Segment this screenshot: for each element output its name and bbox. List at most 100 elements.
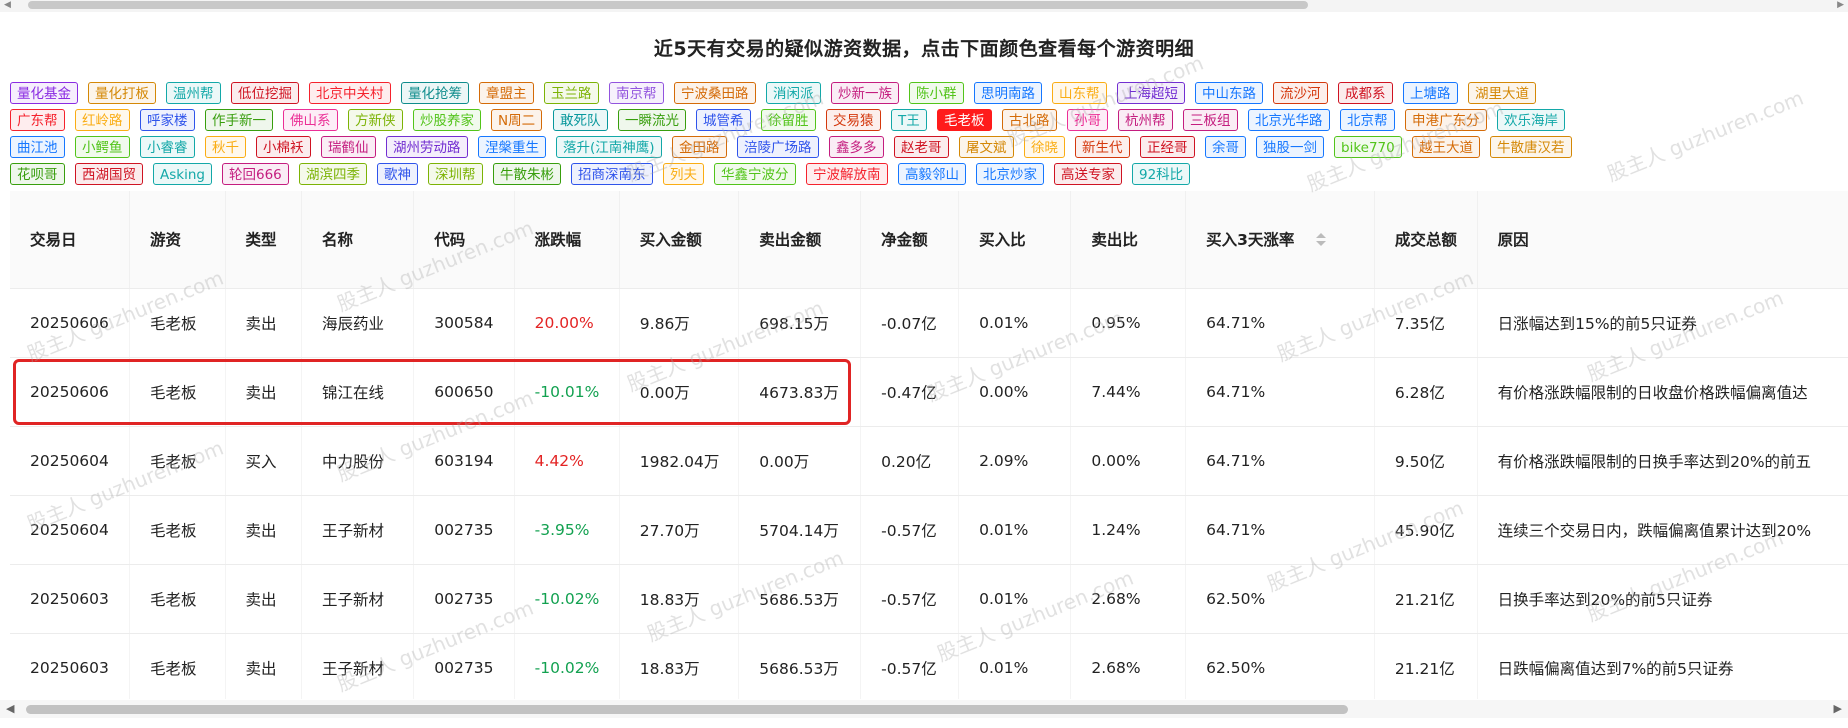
trader-tag[interactable]: 温州帮 [166, 82, 221, 104]
trader-tag[interactable]: 高毅邻山 [898, 163, 966, 185]
trader-tag[interactable]: 红岭路 [75, 109, 130, 131]
trader-tag[interactable]: 欢乐海岸 [1497, 109, 1565, 131]
trader-tag[interactable]: 独股一剑 [1256, 136, 1324, 158]
trader-tag[interactable]: 92科比 [1132, 163, 1191, 185]
trader-tag[interactable]: 章盟主 [479, 82, 534, 104]
trader-tag[interactable]: 城管希 [696, 109, 751, 131]
trader-tag[interactable]: 敢死队 [553, 109, 608, 131]
trader-tag[interactable]: bike770 [1334, 136, 1402, 158]
table-row[interactable]: 20250603 毛老板 卖出 王子新材 002735 -10.02% 18.83万 5686… [10, 564, 1848, 634]
trader-tag[interactable]: 湖里大道 [1468, 82, 1536, 104]
trader-tag[interactable]: 歌神 [377, 163, 418, 185]
trader-tag[interactable]: 徐留胜 [761, 109, 816, 131]
scroll-right-arrow-icon[interactable]: ▶ [1837, 0, 1844, 10]
trader-tag[interactable]: 涅槃重生 [478, 136, 546, 158]
trader-tag[interactable]: 北京中关村 [309, 82, 391, 104]
trader-tag[interactable]: 赵老哥 [894, 136, 949, 158]
trader-tag[interactable]: 广东帮 [10, 109, 65, 131]
trader-tag[interactable]: 南京帮 [609, 82, 664, 104]
trader-tag[interactable]: 轮回666 [222, 163, 289, 185]
col-header-rise-3d[interactable]: 买入3天涨率 [1185, 191, 1375, 289]
sort-icon[interactable] [1316, 233, 1327, 247]
trader-tag[interactable]: 成都系 [1338, 82, 1393, 104]
trader-tag[interactable]: 牛散朱彬 [493, 163, 561, 185]
trader-tag[interactable]: 小棉袄 [256, 136, 311, 158]
trader-tag[interactable]: 量化基金 [10, 82, 78, 104]
trader-tag[interactable]: 花呗哥 [10, 163, 65, 185]
trader-tag[interactable]: 宁波桑田路 [674, 82, 756, 104]
trader-tag[interactable]: 曲江池 [10, 136, 65, 158]
trader-tag[interactable]: 北京炒家 [976, 163, 1044, 185]
horizontal-scrollbar-thumb[interactable] [26, 705, 1348, 714]
trader-tag[interactable]: 鑫多多 [829, 136, 884, 158]
trader-tag[interactable]: 小鳄鱼 [75, 136, 130, 158]
trader-tag[interactable]: 玉兰路 [544, 82, 599, 104]
trader-tag[interactable]: 落升(江南神鹰) [556, 136, 662, 158]
trader-tag[interactable]: 陈小群 [909, 82, 964, 104]
cell-sell-amount: 4673.83万 [738, 357, 862, 427]
trader-tag[interactable]: 交易猿 [826, 109, 881, 131]
trader-tag[interactable]: 徐晓 [1024, 136, 1065, 158]
trader-tag[interactable]: 山东帮 [1052, 82, 1107, 104]
trader-tag[interactable]: 湖滨四季 [299, 163, 367, 185]
table-row[interactable]: 20250604 毛老板 买入 中力股份 603194 4.42% 1982.04万 0.00… [10, 426, 1848, 496]
scroll-left-arrow-icon[interactable]: ◀ [6, 702, 14, 715]
trader-tag[interactable]: 作手新一 [205, 109, 273, 131]
trader-tag[interactable]: 北京光华路 [1248, 109, 1330, 131]
top-scrollbar[interactable]: ◀ ▶ [0, 0, 1848, 12]
trader-tag[interactable]: 流沙河 [1273, 82, 1328, 104]
trader-tag[interactable]: 高送专家 [1054, 163, 1122, 185]
trader-tag[interactable]: 炒股养家 [413, 109, 481, 131]
trader-tag[interactable]: 华鑫宁波分 [714, 163, 796, 185]
table-row[interactable]: 20250606 毛老板 卖出 锦江在线 600650 -10.01% 0.00万 4673.… [10, 357, 1848, 427]
trader-tag[interactable]: 瑞鹤仙 [321, 136, 376, 158]
trader-tag[interactable]: 思明南路 [974, 82, 1042, 104]
trader-tag[interactable]: Asking [153, 163, 212, 185]
trader-tag[interactable]: 列夫 [663, 163, 704, 185]
trader-tag[interactable]: 炒新一族 [831, 82, 899, 104]
trader-tag[interactable]: 古北路 [1002, 109, 1057, 131]
scroll-left-arrow-icon[interactable]: ◀ [4, 0, 11, 10]
table-row[interactable]: 20250604 毛老板 卖出 王子新材 002735 -3.95% 27.70万 5704.… [10, 495, 1848, 565]
table-row[interactable]: 20250606 毛老板 卖出 海辰药业 300584 20.00% 9.86万 698.15… [10, 288, 1848, 358]
cell-sell-ratio: 2.68% [1070, 633, 1187, 699]
trader-tag[interactable]: 北京帮 [1340, 109, 1395, 131]
trader-tag[interactable]: 一瞬流光 [618, 109, 686, 131]
trader-tag[interactable]: 呼家楼 [140, 109, 195, 131]
trader-tag[interactable]: 杭州帮 [1118, 109, 1173, 131]
scroll-right-arrow-icon[interactable]: ▶ [1834, 702, 1842, 715]
trader-tag[interactable]: 消闲派 [766, 82, 821, 104]
trader-tag[interactable]: 西湖国贸 [75, 163, 143, 185]
trader-tag[interactable]: 申港广东分 [1405, 109, 1487, 131]
trader-tag[interactable]: 正经哥 [1140, 136, 1195, 158]
trader-tag[interactable]: 牛散唐汉若 [1490, 136, 1572, 158]
trader-tag[interactable]: 深圳帮 [428, 163, 483, 185]
trader-tag[interactable]: 方新侠 [348, 109, 403, 131]
trader-tag[interactable]: 宁波解放南 [806, 163, 888, 185]
trader-tag[interactable]: 招商深南东 [571, 163, 653, 185]
trader-tag[interactable]: 孙哥 [1067, 109, 1108, 131]
trader-tag[interactable]: 湖州劳动路 [386, 136, 468, 158]
trader-tag[interactable]: 佛山系 [283, 109, 338, 131]
trader-tag[interactable]: N周二 [491, 109, 543, 131]
trader-tag[interactable]: 屠文斌 [959, 136, 1014, 158]
trader-tag[interactable]: 中山东路 [1195, 82, 1263, 104]
trader-tag[interactable]: T王 [891, 109, 927, 131]
trader-tag[interactable]: 越王大道 [1412, 136, 1480, 158]
table-row[interactable]: 20250603 毛老板 卖出 王子新材 002735 -10.02% 18.83万 5686… [10, 633, 1848, 699]
trader-tag[interactable]: 金田路 [672, 136, 727, 158]
top-scrollbar-thumb[interactable] [28, 1, 1308, 9]
trader-tag[interactable]: 低位挖掘 [231, 82, 299, 104]
trader-tag[interactable]: 涪陵广场路 [737, 136, 819, 158]
trader-tag[interactable]: 秋千 [205, 136, 246, 158]
trader-tag[interactable]: 量化抢筹 [401, 82, 469, 104]
trader-tag[interactable]: 毛老板 [937, 109, 992, 131]
trader-tag[interactable]: 余哥 [1205, 136, 1246, 158]
trader-tag[interactable]: 小睿睿 [140, 136, 195, 158]
horizontal-scrollbar[interactable]: ◀ ▶ [0, 700, 1848, 718]
trader-tag[interactable]: 新生代 [1075, 136, 1130, 158]
trader-tag[interactable]: 上塘路 [1403, 82, 1458, 104]
trader-tag[interactable]: 上海超短 [1117, 82, 1185, 104]
trader-tag[interactable]: 量化打板 [88, 82, 156, 104]
trader-tag[interactable]: 三板组 [1183, 109, 1238, 131]
